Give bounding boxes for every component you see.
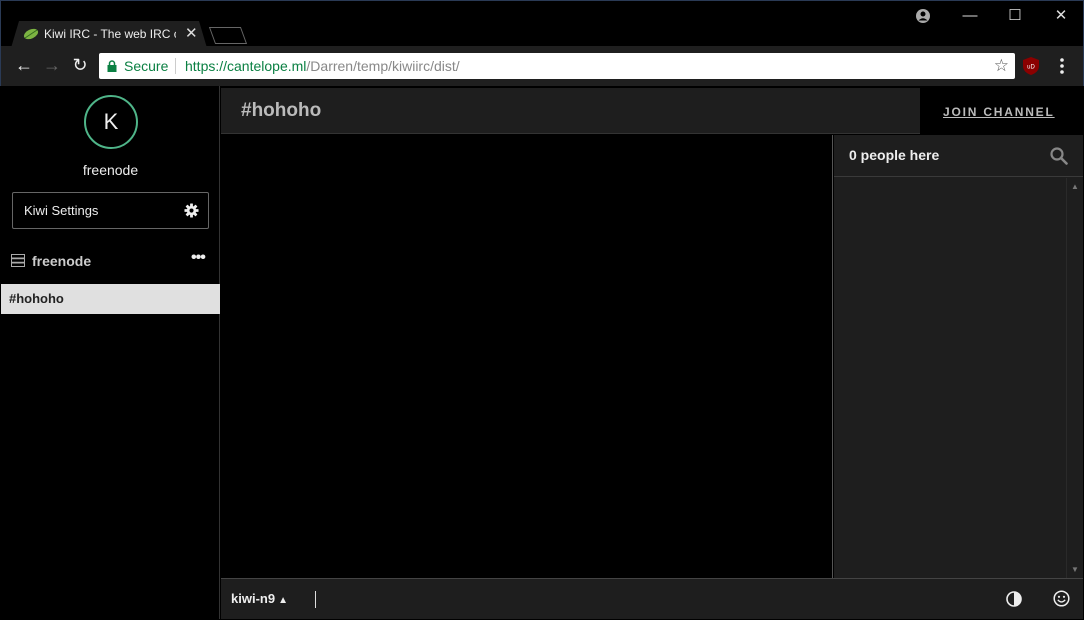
nick-label: kiwi-n9: [231, 591, 276, 606]
scroll-up-arrow-icon[interactable]: ▲: [1071, 182, 1079, 191]
back-arrow-icon[interactable]: ←: [13, 56, 35, 76]
new-tab-button[interactable]: [208, 27, 248, 44]
scroll-down-arrow-icon[interactable]: ▼: [1071, 565, 1079, 574]
kiwi-settings-button[interactable]: Kiwi Settings: [12, 192, 209, 229]
user-list: 0 people here ▲ ▼: [834, 135, 1083, 578]
close-window-button[interactable]: ✕: [1038, 6, 1084, 28]
svg-text:uD: uD: [1027, 65, 1035, 71]
main-panel: #hohoho JOIN CHANNEL 0 people here ▲ ▼ k…: [221, 86, 1083, 619]
nick-button[interactable]: kiwi-n9 ▲: [231, 591, 288, 606]
maximize-button[interactable]: ☐: [992, 6, 1038, 28]
browser-menu-icon[interactable]: [1054, 54, 1070, 78]
sidebar: K freenode Kiwi Settings freenode ••• #h…: [1, 86, 220, 619]
channel-title: #hohoho: [241, 100, 322, 121]
avatar[interactable]: K: [84, 95, 138, 149]
browser-titlebar: Kiwi IRC - The web IRC client ✕ — ☐ ✕: [0, 0, 1084, 48]
url-host: https://cantelope.ml: [185, 58, 307, 74]
message-list[interactable]: [221, 135, 833, 578]
profile-icon[interactable]: [913, 6, 933, 26]
kiwi-leaf-icon: [23, 28, 39, 40]
close-tab-icon[interactable]: ✕: [185, 24, 198, 42]
user-count: 0 people here: [849, 147, 940, 163]
join-channel-button[interactable]: JOIN CHANNEL: [920, 88, 1083, 134]
channel-header: #hohoho JOIN CHANNEL: [221, 88, 1083, 134]
server-icon: [11, 254, 25, 267]
bookmark-star-icon[interactable]: ☆: [994, 56, 1009, 76]
join-channel-label: JOIN CHANNEL: [943, 105, 1055, 119]
reload-icon[interactable]: ↻: [69, 56, 91, 76]
network-row-freenode[interactable]: freenode •••: [1, 249, 220, 273]
contrast-icon[interactable]: [1006, 591, 1022, 607]
sidebar-channel-hohoho[interactable]: #hohoho: [1, 284, 220, 314]
url-text[interactable]: https://cantelope.ml/Darren/temp/kiwiirc…: [185, 58, 460, 74]
input-bar: kiwi-n9 ▲: [221, 578, 1083, 619]
kiwi-app: K freenode Kiwi Settings freenode ••• #h…: [1, 86, 1083, 619]
ublock-extension-icon[interactable]: uD: [1023, 57, 1039, 75]
browser-tab[interactable]: Kiwi IRC - The web IRC client ✕: [11, 21, 207, 48]
address-bar[interactable]: Secure https://cantelope.ml/Darren/temp/…: [99, 53, 1015, 79]
search-icon[interactable]: [1050, 147, 1068, 165]
emoji-icon[interactable]: [1053, 590, 1070, 607]
settings-label: Kiwi Settings: [24, 203, 99, 218]
network-label: freenode: [32, 253, 92, 269]
userlist-header: 0 people here: [834, 135, 1083, 177]
url-path: /Darren/temp/kiwiirc/dist/: [306, 58, 460, 74]
input-cursor: [315, 591, 316, 608]
message-input[interactable]: [321, 585, 991, 613]
channel-item-label: #hohoho: [9, 291, 64, 306]
forward-arrow-icon[interactable]: →: [41, 56, 63, 76]
lock-icon: [107, 60, 117, 72]
network-options-button[interactable]: •••: [191, 249, 206, 267]
tab-title: Kiwi IRC - The web IRC client: [44, 27, 176, 41]
network-name: freenode: [82, 162, 139, 178]
secure-label: Secure: [124, 58, 169, 74]
minimize-button[interactable]: —: [947, 6, 993, 28]
userlist-scrollbar[interactable]: ▲ ▼: [1066, 178, 1082, 578]
caret-up-icon: ▲: [278, 595, 288, 606]
browser-toolbar: ← → ↻ Secure https://cantelope.ml/Darren…: [0, 46, 1084, 86]
omnibox-divider: [175, 58, 176, 74]
gear-icon: [184, 203, 199, 218]
